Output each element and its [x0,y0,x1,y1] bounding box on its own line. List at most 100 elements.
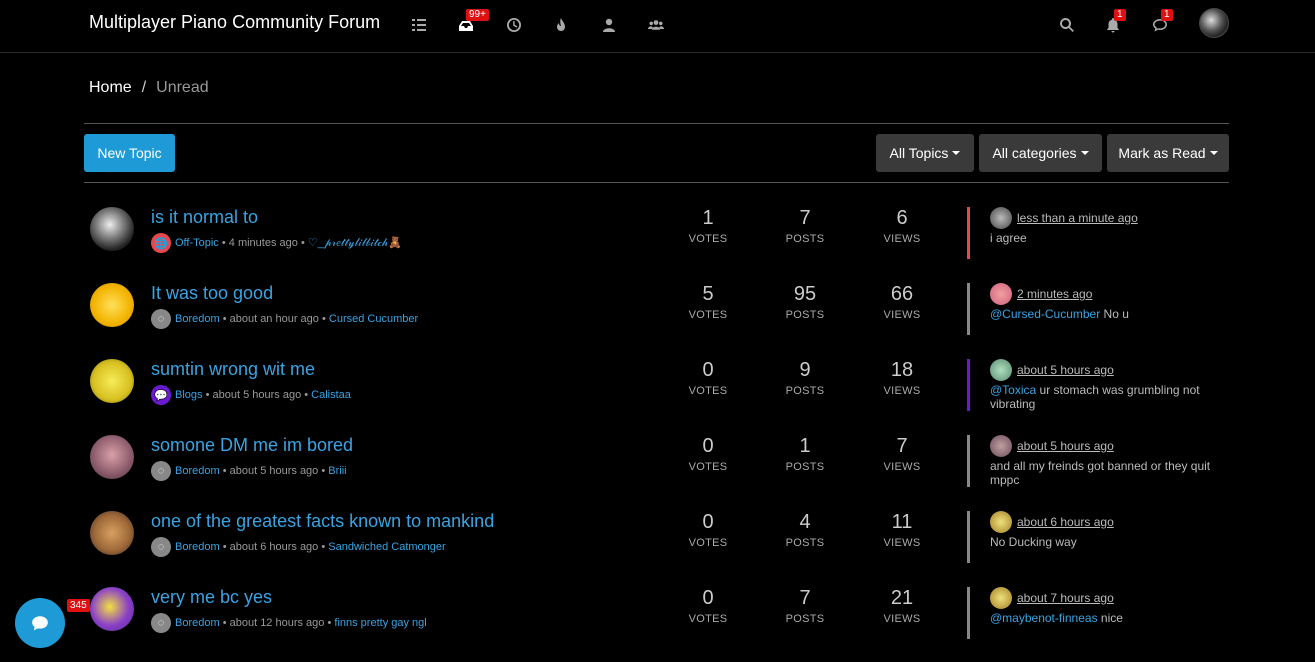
last-post-time[interactable]: less than a minute ago [1017,211,1138,225]
mark-read-dropdown[interactable]: Mark as Read [1107,134,1229,172]
topic-author[interactable]: Sandwiched Catmonger [328,541,445,553]
last-post-body: No u [1100,307,1129,321]
posts-label: POSTS [785,461,825,473]
votes-label: VOTES [688,537,728,549]
topic-author-avatar[interactable] [90,207,134,251]
breadcrumb-home[interactable]: Home [89,79,132,96]
views-count: 7 [896,435,908,457]
user-icon[interactable] [598,14,620,36]
topic-author-avatar[interactable] [90,435,134,479]
votes-count: 0 [702,587,714,609]
last-post-mention[interactable]: @maybenot-finneas [990,611,1098,625]
topic-category[interactable]: Boredom [175,465,220,477]
last-post-time[interactable]: about 5 hours ago [1017,439,1114,453]
topic-title[interactable]: is it normal to [151,207,258,228]
topic-title[interactable]: somone DM me im bored [151,435,353,456]
last-post-mention[interactable]: @Cursed-Cucumber [990,307,1100,321]
last-post-time[interactable]: 2 minutes ago [1017,287,1092,301]
search-icon[interactable] [1056,14,1078,36]
posts-stat: 9 POSTS [770,359,840,397]
topic-author[interactable]: Briii [328,465,346,477]
votes-label: VOTES [688,233,728,245]
last-post-body: i agree [990,231,1027,245]
topic-title[interactable]: very me bc yes [151,587,272,608]
last-poster-avatar[interactable] [990,359,1012,381]
topic-author-avatar[interactable] [90,359,134,403]
last-post-mention[interactable]: @Toxica [990,383,1036,397]
topic-row: sumtin wrong wit me 💬 Blogs • about 5 ho… [84,339,1229,415]
last-poster-avatar[interactable] [990,511,1012,533]
topic-category[interactable]: Blogs [175,389,203,401]
votes-stat: 0 VOTES [673,435,743,473]
meta-separator: • [218,237,229,249]
topic-category[interactable]: Boredom [175,617,220,629]
votes-stat: 0 VOTES [673,587,743,625]
last-post-time[interactable]: about 6 hours ago [1017,515,1114,529]
users-icon[interactable] [645,14,667,36]
topic-category[interactable]: Boredom [175,313,220,325]
views-count: 21 [890,587,914,609]
topic-author[interactable]: Cursed Cucumber [329,313,418,325]
votes-count: 0 [702,511,714,533]
votes-stat: 0 VOTES [673,511,743,549]
clock-icon[interactable] [503,14,525,36]
meta-separator: • [318,465,329,477]
caret-down-icon [952,151,961,155]
fire-icon[interactable] [550,14,572,36]
divider [84,123,1229,124]
category-icon: ◌ [151,309,171,329]
last-post-text: i agree [990,231,1220,245]
last-post-time[interactable]: about 5 hours ago [1017,363,1114,377]
last-post-bar [967,359,970,411]
topic-row: one of the greatest facts known to manki… [84,491,1229,567]
votes-stat: 0 VOTES [673,359,743,397]
last-post-body: No Ducking way [990,535,1077,549]
topic-meta: ◌ Boredom • about an hour ago • Cursed C… [151,309,418,329]
topic-author-avatar[interactable] [90,511,134,555]
topic-title[interactable]: one of the greatest facts known to manki… [151,511,494,532]
categories-icon[interactable] [408,14,430,36]
last-poster-avatar[interactable] [990,435,1012,457]
topic-category[interactable]: Boredom [175,541,220,553]
views-label: VIEWS [883,613,921,625]
topic-title[interactable]: It was too good [151,283,273,304]
meta-separator: • [318,541,329,553]
last-poster-avatar[interactable] [990,587,1012,609]
last-post-time[interactable]: about 7 hours ago [1017,591,1114,605]
all-topics-dropdown[interactable]: All Topics [876,134,974,172]
last-poster-avatar[interactable] [990,283,1012,305]
votes-label: VOTES [688,461,728,473]
topic-author[interactable]: ♡_𝓅𝓇𝑒𝓉𝓉𝓎𝓁𝒾𝓁𝒷𝒾𝓉𝒸𝒽🧸 [308,236,402,250]
topic-author[interactable]: finns pretty gay ngl [334,617,426,629]
views-count: 11 [891,511,913,533]
site-brand[interactable]: Multiplayer Piano Community Forum [89,12,380,33]
meta-separator: • [219,617,230,629]
topic-category[interactable]: Off-Topic [175,237,219,249]
user-avatar[interactable] [1199,8,1229,38]
category-icon: 🌐 [151,233,171,253]
chat-launcher-button[interactable] [15,598,65,648]
posts-count: 1 [799,435,811,457]
last-post-bar [967,587,970,639]
chats-badge: 1 [1161,9,1173,21]
breadcrumb: Home / Unread [89,79,209,97]
topic-time: about 5 hours ago [229,465,319,477]
last-poster-avatar[interactable] [990,207,1012,229]
all-categories-dropdown[interactable]: All categories [979,134,1102,172]
votes-count: 0 [702,359,714,381]
last-post-text: @Toxica ur stomach was grumbling not vib… [990,383,1220,411]
new-topic-button[interactable]: New Topic [84,134,175,172]
topic-author-avatar[interactable] [90,587,134,631]
views-label: VIEWS [883,537,921,549]
topic-row: very me bc yes ◌ Boredom • about 12 hour… [84,567,1229,643]
notifications-badge: 1 [1114,9,1126,21]
views-stat: 18 VIEWS [867,359,937,397]
topic-author-avatar[interactable] [90,283,134,327]
topic-author[interactable]: Calistaa [311,389,351,401]
posts-stat: 7 POSTS [770,207,840,245]
views-label: VIEWS [883,233,921,245]
topic-title[interactable]: sumtin wrong wit me [151,359,315,380]
votes-label: VOTES [688,309,728,321]
last-post-text: and all my freinds got banned or they qu… [990,459,1220,487]
last-post-bar [967,283,970,335]
